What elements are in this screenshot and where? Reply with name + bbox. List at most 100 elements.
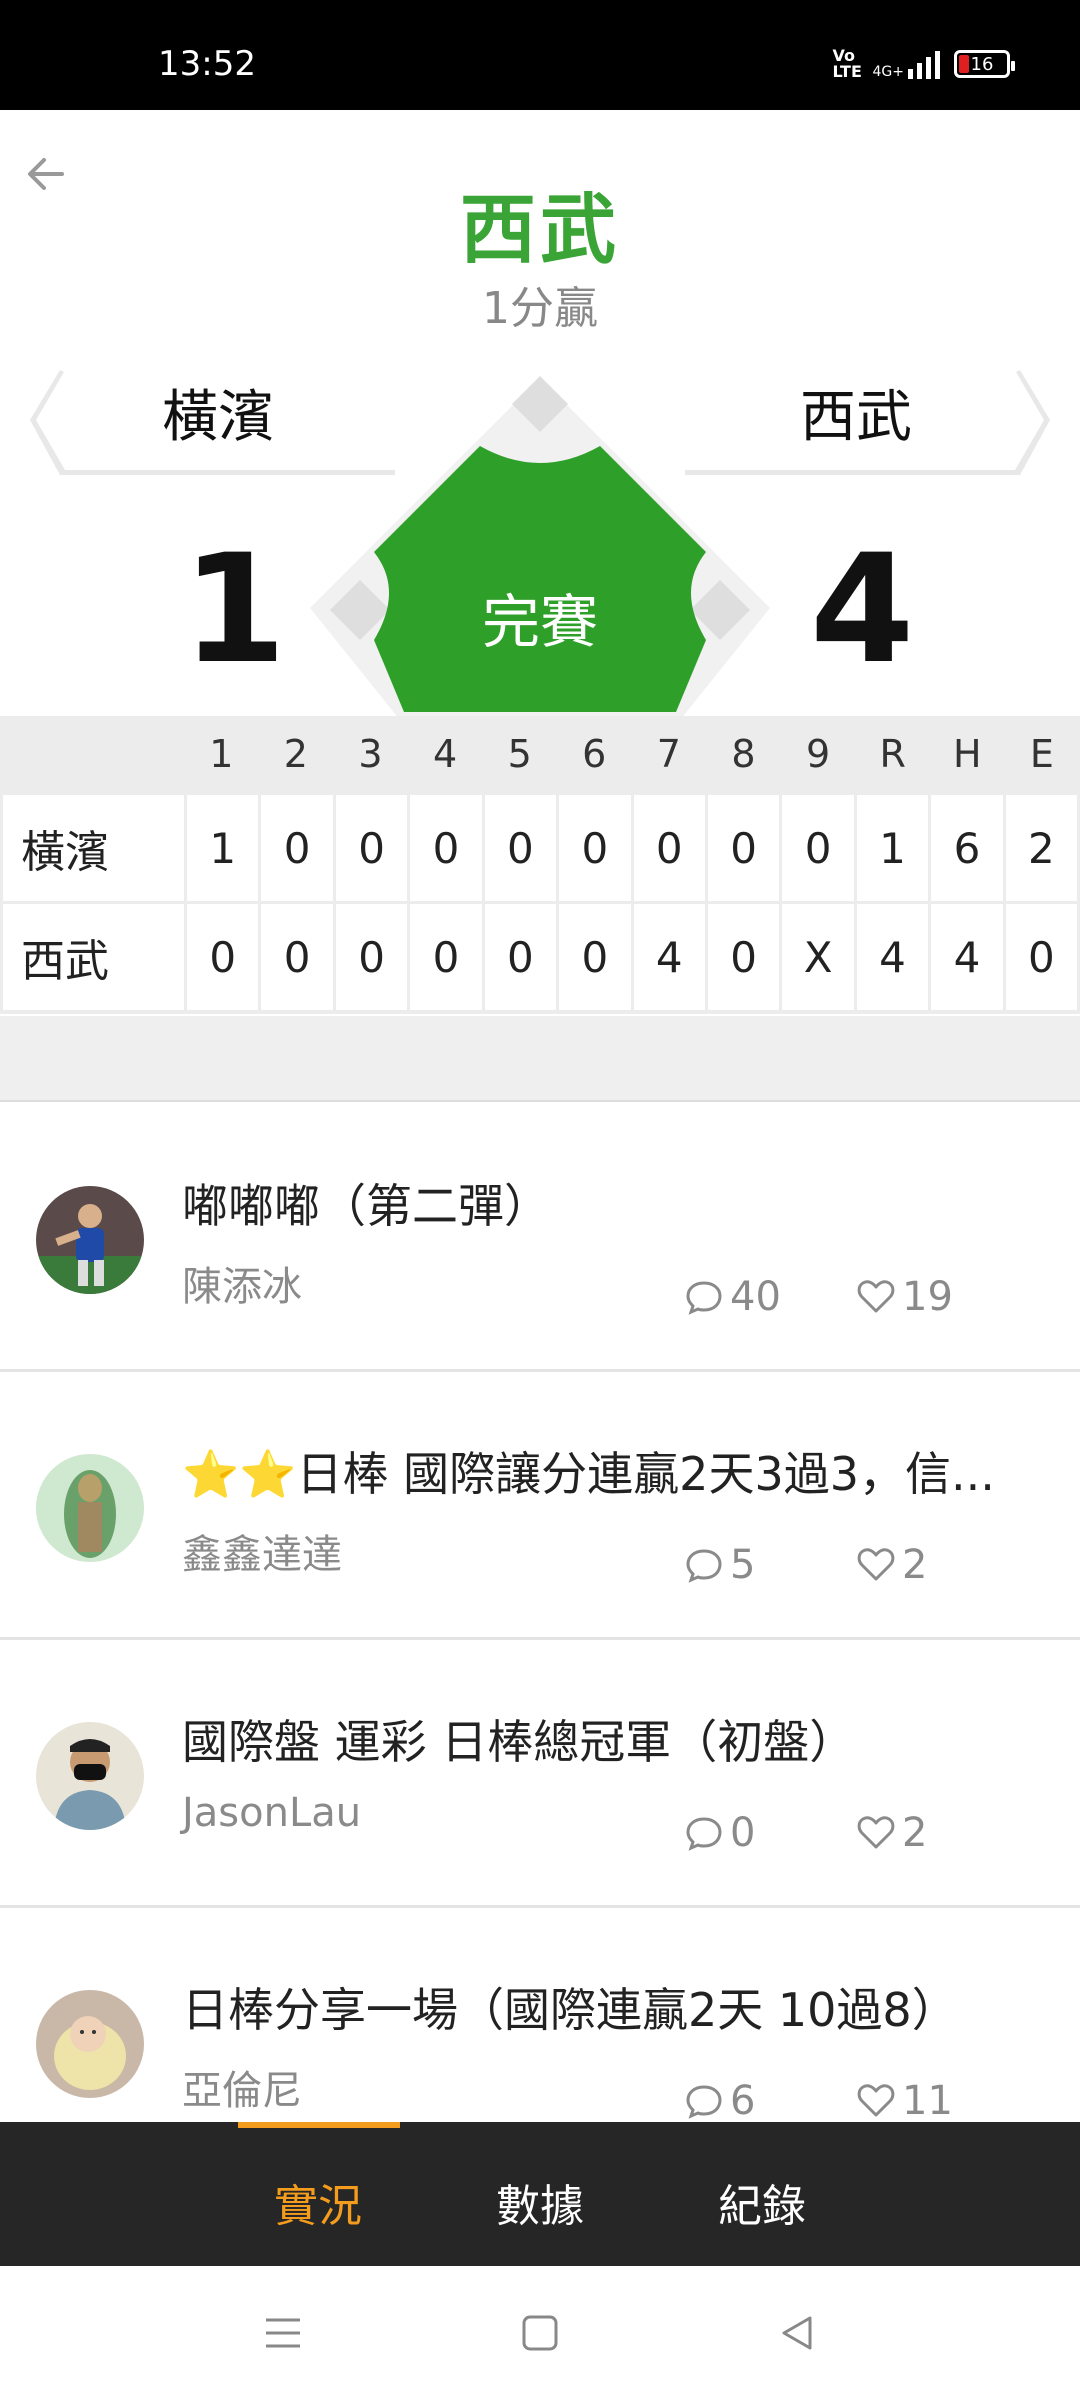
post-author: 鑫鑫達達 [182,1532,342,1578]
post-author: 陳添冰 [182,1264,302,1310]
home-square-icon[interactable] [519,2312,561,2354]
cell: 0 [261,795,333,901]
post-title[interactable]: ⭐⭐日棒 國際讓分連贏2天3過3，信... [182,1438,1032,1504]
game-status: 完賽 [481,588,598,656]
inning-header: 4 [432,732,458,776]
heart-icon[interactable] [856,1545,896,1585]
like-count-value: 2 [902,1542,928,1588]
home-team-name: 西武 [800,385,912,450]
inning-header: 9 [805,732,831,776]
back-triangle-icon[interactable] [776,2312,818,2354]
post-author: 亞倫尼 [182,2068,302,2114]
like-count-value: 2 [902,1810,928,1856]
tab-stats[interactable]: 數據 [440,2170,640,2234]
cell: 0 [187,904,259,1010]
errors-header: E [1029,732,1054,776]
comment-count: 0 [684,1810,755,1856]
cell: 0 [707,795,780,901]
cell: 0 [335,795,408,901]
like-count[interactable]: 2 [856,1810,927,1856]
cell: 0 [410,795,482,901]
inning-header: 6 [582,732,607,776]
like-count-value: 11 [902,2078,953,2124]
cell: 0 [707,904,780,1010]
cell: 2 [1005,795,1078,901]
row-team: 橫濱 [3,795,184,901]
list-item[interactable]: 嘟嘟嘟（第二彈） 陳添冰 40 19 [0,1104,1080,1372]
like-count[interactable]: 11 [856,2078,953,2124]
baby-avatar [36,1990,144,2098]
comment-icon [686,1549,722,1583]
heart-icon[interactable] [856,2081,896,2121]
active-tab-indicator [238,2122,400,2128]
cell: 6 [931,795,1003,901]
cell: 0 [782,795,854,901]
post-title[interactable]: 日棒分享一場（國際連贏2天 10過8） [182,1974,1032,2040]
inning-header: 7 [656,732,681,776]
post-title[interactable]: 嘟嘟嘟（第二彈） [182,1170,1032,1236]
cell: 0 [1005,904,1078,1010]
cell: 0 [633,795,705,901]
line-score-header: 1 2 3 4 5 6 7 8 9 R H E [0,716,1080,792]
network-type: 4G+ [872,64,905,80]
cell: 0 [559,904,631,1010]
cell: 0 [484,904,557,1010]
baseball-pitcher-avatar [36,1186,144,1294]
away-team-name: 橫濱 [162,385,274,450]
comment-count: 40 [684,1274,781,1320]
line-score-table: 1 2 3 4 5 6 7 8 9 R H E 橫濱 1 0 0 0 0 0 0… [0,716,1080,1014]
cell: 0 [559,795,631,901]
like-count-value: 19 [902,1274,953,1320]
like-count[interactable]: 19 [856,1274,953,1320]
row-team: 西武 [3,904,184,1010]
inning-header: 8 [731,732,756,776]
list-item[interactable]: ⭐⭐日棒 國際讓分連贏2天3過3，信... 鑫鑫達達 5 2 [0,1372,1080,1640]
section-divider [0,1016,1080,1102]
inning-header: 2 [283,732,308,776]
comment-icon [686,1281,722,1315]
comment-count-value: 0 [730,1810,756,1856]
bottom-tab-bar: 實況 數據 紀錄 [0,2122,1080,2266]
heart-icon[interactable] [856,1813,896,1853]
tab-live[interactable]: 實況 [218,2170,418,2234]
cell: 4 [633,904,705,1010]
signal-icon: 4G+ [872,49,940,80]
heart-icon[interactable] [856,1277,896,1317]
menu-icon[interactable] [262,2312,304,2354]
hits-header: H [952,732,982,776]
masked-man-avatar [36,1722,144,1830]
inning-header: 3 [358,732,383,776]
comment-count-value: 5 [730,1542,756,1588]
inning-header: 5 [507,732,532,776]
status-icons: Vo LTE 4G+ 16 [832,46,1015,81]
win-margin: 1分贏 [482,283,598,334]
tab-records[interactable]: 紀錄 [662,2170,862,2234]
list-item[interactable]: 國際盤 運彩 日棒總冠軍（初盤） JasonLau 0 2 [0,1640,1080,1908]
cell: 4 [856,904,929,1010]
cell: 4 [931,904,1003,1010]
inning-header: 1 [209,732,234,776]
system-nav-bar [0,2266,1080,2400]
status-time: 13:52 [158,44,256,84]
green-statue-avatar [36,1454,144,1562]
battery-level: 16 [970,53,994,75]
runs-header: R [879,732,906,776]
table-row: 西武 0 0 0 0 0 0 4 0 X 4 4 0 [3,904,1078,1010]
comment-count: 6 [684,2078,755,2124]
comment-count-value: 40 [730,1274,781,1320]
comment-count-value: 6 [730,2078,756,2124]
cell: 0 [410,904,482,1010]
status-bar: 13:52 Vo LTE 4G+ 16 [0,0,1080,110]
winner-team: 西武 [460,185,620,274]
post-list[interactable]: 嘟嘟嘟（第二彈） 陳添冰 40 19 ⭐⭐日棒 國際讓分連贏2天3過3，信...… [0,1104,1080,2176]
table-row: 橫濱 1 0 0 0 0 0 0 0 0 1 6 2 [3,795,1078,901]
volte-icon: Vo LTE [832,46,862,81]
comment-icon [686,1817,722,1851]
cell: 0 [335,904,408,1010]
like-count[interactable]: 2 [856,1542,927,1588]
cell: X [782,904,854,1010]
cell: 0 [261,904,333,1010]
post-title[interactable]: 國際盤 運彩 日棒總冠軍（初盤） [182,1706,1032,1772]
battery-icon: 16 [954,50,1015,78]
cell: 0 [484,795,557,901]
